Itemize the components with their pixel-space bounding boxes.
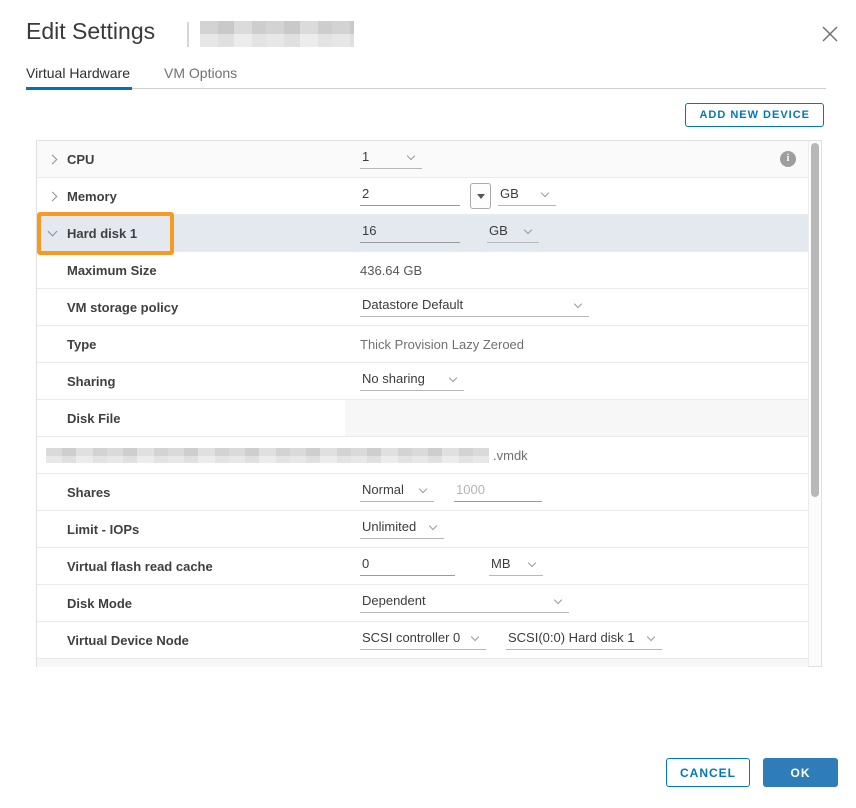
row-limit-iops: Limit - IOPs Unlimited <box>37 511 808 548</box>
row-sharing: Sharing No sharing <box>37 363 808 400</box>
storage-policy-value: Datastore Default <box>362 297 464 312</box>
type-value: Thick Provision Lazy Zeroed <box>360 336 525 352</box>
shares-select[interactable]: Normal <box>360 482 434 502</box>
shares-value: Normal <box>362 482 404 497</box>
row-disk-mode: Disk Mode Dependent <box>37 585 808 622</box>
maximum-size-label: Maximum Size <box>67 262 157 278</box>
chevron-down-icon <box>448 373 458 382</box>
type-label: Type <box>67 336 97 352</box>
memory-unit-value: GB <box>500 186 519 201</box>
limit-iops-value: Unlimited <box>362 519 417 534</box>
maximum-size-value: 436.64 GB <box>360 262 423 278</box>
scsi-controller-value: SCSI controller 0 <box>362 630 461 645</box>
row-virtual-flash-read-cache: Virtual flash read cache MB <box>37 548 808 585</box>
cpu-count-value: 1 <box>362 149 370 164</box>
triangle-down-icon <box>476 193 485 199</box>
sharing-select[interactable]: No sharing <box>360 371 464 391</box>
disk-mode-value: Dependent <box>362 593 426 608</box>
row-hard-disk-1: Hard disk 1 GB <box>37 212 808 255</box>
disk-mode-select[interactable]: Dependent <box>360 593 569 613</box>
row-vm-storage-policy: VM storage policy Datastore Default <box>37 289 808 326</box>
collapse-chevron-down-icon[interactable] <box>47 226 67 237</box>
hard-disk-label: Hard disk 1 <box>67 225 138 241</box>
close-icon[interactable] <box>822 26 838 42</box>
storage-policy-label: VM storage policy <box>67 299 179 315</box>
disk-file-redacted-block <box>345 400 808 436</box>
scsi-controller-select[interactable]: SCSI controller 0 <box>360 630 486 650</box>
row-shares: Shares Normal <box>37 474 808 511</box>
row-memory: Memory GB <box>37 178 808 215</box>
info-icon[interactable]: i <box>780 151 796 167</box>
tab-bar: Virtual Hardware VM Options <box>26 61 826 90</box>
disk-unit-value: GB <box>489 223 508 238</box>
vflash-unit-select[interactable]: MB <box>489 556 543 576</box>
limit-iops-label: Limit - IOPs <box>67 521 140 537</box>
cpu-count-select[interactable]: 1 <box>360 149 422 169</box>
sharing-value: No sharing <box>362 371 425 386</box>
disk-unit-select[interactable]: GB <box>487 223 539 243</box>
disk-file-label: Disk File <box>67 410 121 426</box>
chevron-down-icon <box>523 225 533 234</box>
device-list: CPU 1 i Memory GB <box>36 140 822 667</box>
cancel-button[interactable]: CANCEL <box>666 758 750 787</box>
expand-chevron-right-icon[interactable] <box>47 154 67 164</box>
chevron-down-icon <box>418 484 428 493</box>
row-cpu: CPU 1 i <box>37 141 808 178</box>
disk-mode-label: Disk Mode <box>67 595 133 611</box>
dialog-title: Edit Settings <box>26 18 156 44</box>
next-row-partial <box>37 659 808 667</box>
virtual-device-node-label: Virtual Device Node <box>67 632 189 648</box>
vflash-unit-value: MB <box>491 556 511 571</box>
memory-stepper-button[interactable] <box>470 183 491 209</box>
expand-chevron-right-icon[interactable] <box>47 191 67 201</box>
vmdk-suffix: .vmdk <box>493 447 528 463</box>
scsi-node-select[interactable]: SCSI(0:0) Hard disk 1 <box>506 630 662 650</box>
chevron-down-icon <box>646 632 656 641</box>
sharing-label: Sharing <box>67 373 116 389</box>
vm-name-redacted <box>200 21 354 47</box>
shares-label: Shares <box>67 484 111 500</box>
dialog-footer: CANCEL OK <box>666 758 838 787</box>
shares-amount-input[interactable] <box>454 482 542 502</box>
scsi-node-value: SCSI(0:0) Hard disk 1 <box>508 630 635 645</box>
row-type: Type Thick Provision Lazy Zeroed <box>37 326 808 363</box>
row-maximum-size: Maximum Size 436.64 GB <box>37 252 808 289</box>
memory-size-input[interactable] <box>360 186 460 206</box>
chevron-down-icon <box>527 558 537 567</box>
chevron-down-icon <box>470 632 480 641</box>
tab-virtual-hardware[interactable]: Virtual Hardware <box>26 61 133 90</box>
disk-size-input[interactable] <box>360 223 460 243</box>
chevron-down-icon <box>540 188 550 197</box>
scrollbar-track[interactable] <box>808 141 821 666</box>
chevron-down-icon <box>573 299 583 308</box>
row-disk-file: Disk File <box>37 400 808 437</box>
row-disk-path: .vmdk <box>37 437 808 474</box>
row-virtual-device-node: Virtual Device Node SCSI controller 0 SC… <box>37 622 808 659</box>
add-new-device-button[interactable]: ADD NEW DEVICE <box>685 103 824 127</box>
cpu-label: CPU <box>67 151 95 167</box>
memory-unit-select[interactable]: GB <box>498 186 556 206</box>
tab-vm-options[interactable]: VM Options <box>164 61 239 88</box>
vflash-label: Virtual flash read cache <box>67 558 213 574</box>
limit-iops-select[interactable]: Unlimited <box>360 519 444 539</box>
chevron-down-icon <box>428 521 438 530</box>
chevron-down-icon <box>406 151 416 160</box>
storage-policy-select[interactable]: Datastore Default <box>360 297 589 317</box>
scrollbar-thumb[interactable] <box>811 143 819 497</box>
vflash-size-input[interactable] <box>360 556 455 576</box>
chevron-down-icon <box>553 595 563 604</box>
title-separator <box>187 22 189 47</box>
disk-path-redacted <box>46 447 489 463</box>
ok-button[interactable]: OK <box>763 758 838 787</box>
memory-label: Memory <box>67 188 117 204</box>
